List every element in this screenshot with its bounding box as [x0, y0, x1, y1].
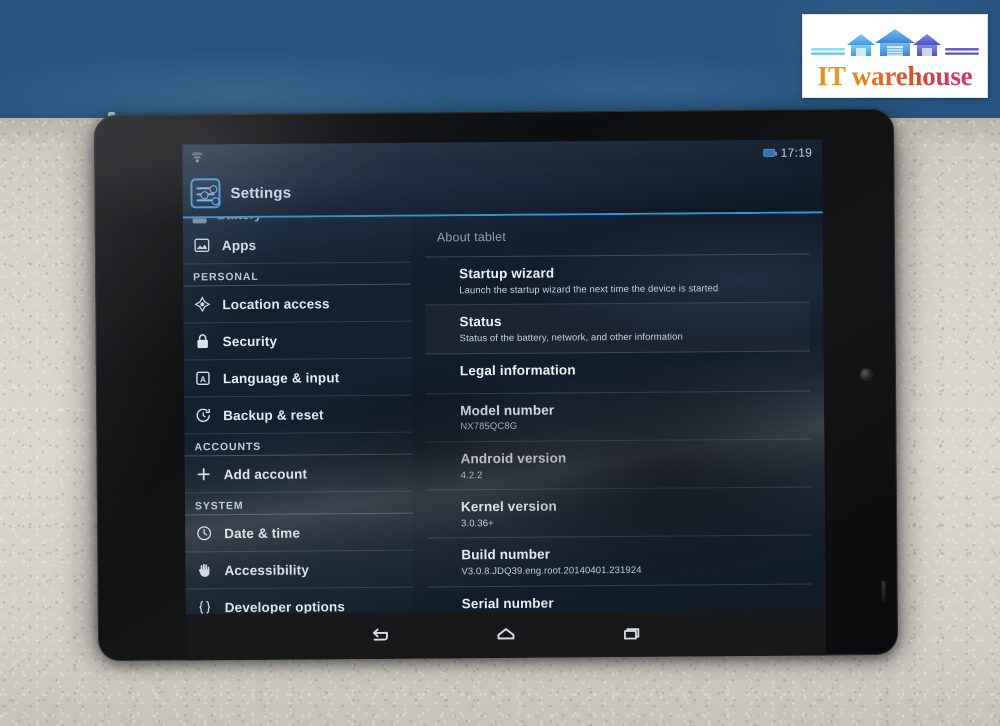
home-icon[interactable]: [491, 622, 521, 648]
sidebar-item-label: Language & input: [222, 369, 340, 386]
sidebar-item-label: Apps: [221, 237, 257, 253]
sidebar-item-backup-reset[interactable]: Backup & reset: [184, 395, 413, 435]
battery-icon: [763, 148, 776, 157]
pref-android-version[interactable]: Android version 4.2.2: [426, 439, 811, 491]
pref-subtitle: 3.0.36+: [461, 517, 494, 530]
language-icon: A: [194, 369, 212, 387]
sidebar-item-accessibility[interactable]: Accessibility: [185, 550, 414, 590]
product-photo: 17:19 Settings Batter: [0, 0, 1000, 726]
watermark-logo: IT warehouse: [802, 14, 988, 98]
pref-title: Android version: [460, 450, 567, 467]
settings-body: Battery Apps PERSONAL: [182, 213, 826, 615]
sidebar-item-date-time[interactable]: Date & time: [185, 513, 414, 553]
lock-icon: [194, 332, 212, 350]
tablet-device: 17:19 Settings Batter: [93, 108, 899, 662]
app-title: Settings: [230, 184, 292, 202]
pref-title: Kernel version: [460, 498, 557, 515]
sidebar-item-label: Location access: [222, 295, 330, 312]
hand-icon: [195, 561, 213, 579]
sidebar-section-system: SYSTEM: [184, 491, 414, 516]
tablet-screen: 17:19 Settings Batter: [182, 139, 826, 615]
apps-icon: [193, 236, 211, 254]
recents-icon[interactable]: [617, 621, 647, 647]
warehouse-houses-icon: [809, 25, 981, 63]
pref-status[interactable]: Status Status of the battery, network, a…: [425, 302, 810, 355]
speaker-slot: [881, 580, 886, 603]
watermark-brand-text: IT warehouse: [817, 60, 973, 91]
sidebar-item-location-access[interactable]: Location access: [183, 284, 412, 324]
pref-title: Legal information: [459, 361, 576, 378]
pref-model-number[interactable]: Model number NX785QC8G: [426, 391, 811, 443]
pref-subtitle: 4.2.2: [460, 469, 483, 481]
sidebar-item-security[interactable]: Security: [183, 321, 412, 361]
sidebar-item-developer-options[interactable]: Developer options: [185, 587, 414, 615]
location-icon: [193, 295, 211, 313]
sidebar-section-accounts: ACCOUNTS: [184, 432, 413, 457]
sidebar-item-apps[interactable]: Apps: [182, 225, 412, 265]
pref-title: Model number: [460, 402, 555, 418]
pref-subtitle: Launch the startup wizard the next time …: [459, 283, 719, 297]
sidebar-item-label: Backup & reset: [223, 406, 324, 423]
sidebar-item-label: Add account: [223, 465, 308, 482]
android-navigation-bar[interactable]: [185, 609, 827, 661]
pref-kernel-version[interactable]: Kernel version 3.0.36+: [426, 487, 812, 539]
pref-title: Build number: [461, 546, 551, 563]
settings-sidebar[interactable]: Battery Apps PERSONAL: [182, 216, 414, 615]
detail-pane: About tablet Startup wizard Launch the s…: [410, 213, 826, 613]
back-icon[interactable]: [365, 623, 395, 649]
pref-serial-number[interactable]: Serial number YFG0414068751: [427, 584, 812, 613]
pref-subtitle: Status of the battery, network, and othe…: [459, 331, 683, 345]
sidebar-item-add-account[interactable]: Add account: [184, 454, 413, 494]
settings-sliders-icon: [190, 178, 221, 209]
braces-icon: [196, 598, 214, 614]
backup-reset-icon: [194, 406, 212, 424]
sidebar-section-personal: PERSONAL: [183, 262, 412, 287]
wifi-icon: [190, 151, 203, 163]
sidebar-item-label: Date & time: [224, 525, 301, 541]
front-camera: [860, 369, 872, 381]
pref-title: Startup wizard: [459, 265, 555, 282]
svg-text:A: A: [200, 375, 206, 384]
plus-icon: [195, 465, 213, 483]
clock-icon: [195, 524, 213, 542]
sidebar-item-label: Accessibility: [224, 561, 310, 578]
pref-subtitle: V3.0.8.JDQ39.eng.root.20140401.231924: [461, 565, 642, 578]
sidebar-item-language-input[interactable]: A Language & input: [183, 358, 413, 398]
pref-build-number[interactable]: Build number V3.0.8.JDQ39.eng.root.20140…: [427, 535, 812, 588]
sidebar-item-label: Developer options: [224, 598, 346, 615]
pref-legal-information[interactable]: Legal information: [425, 351, 811, 395]
pref-title: Status: [459, 314, 502, 330]
sidebar-item-label: Battery: [217, 217, 262, 223]
pref-subtitle: NX785QC8G: [460, 421, 518, 433]
detail-pane-title: About tablet: [436, 229, 507, 245]
pref-startup-wizard[interactable]: Startup wizard Launch the startup wizard…: [424, 254, 810, 306]
status-bar-clock: 17:19: [780, 145, 813, 160]
battery-icon: [192, 216, 207, 224]
sidebar-item-label: Security: [222, 333, 278, 349]
action-bar: Settings: [182, 165, 823, 219]
